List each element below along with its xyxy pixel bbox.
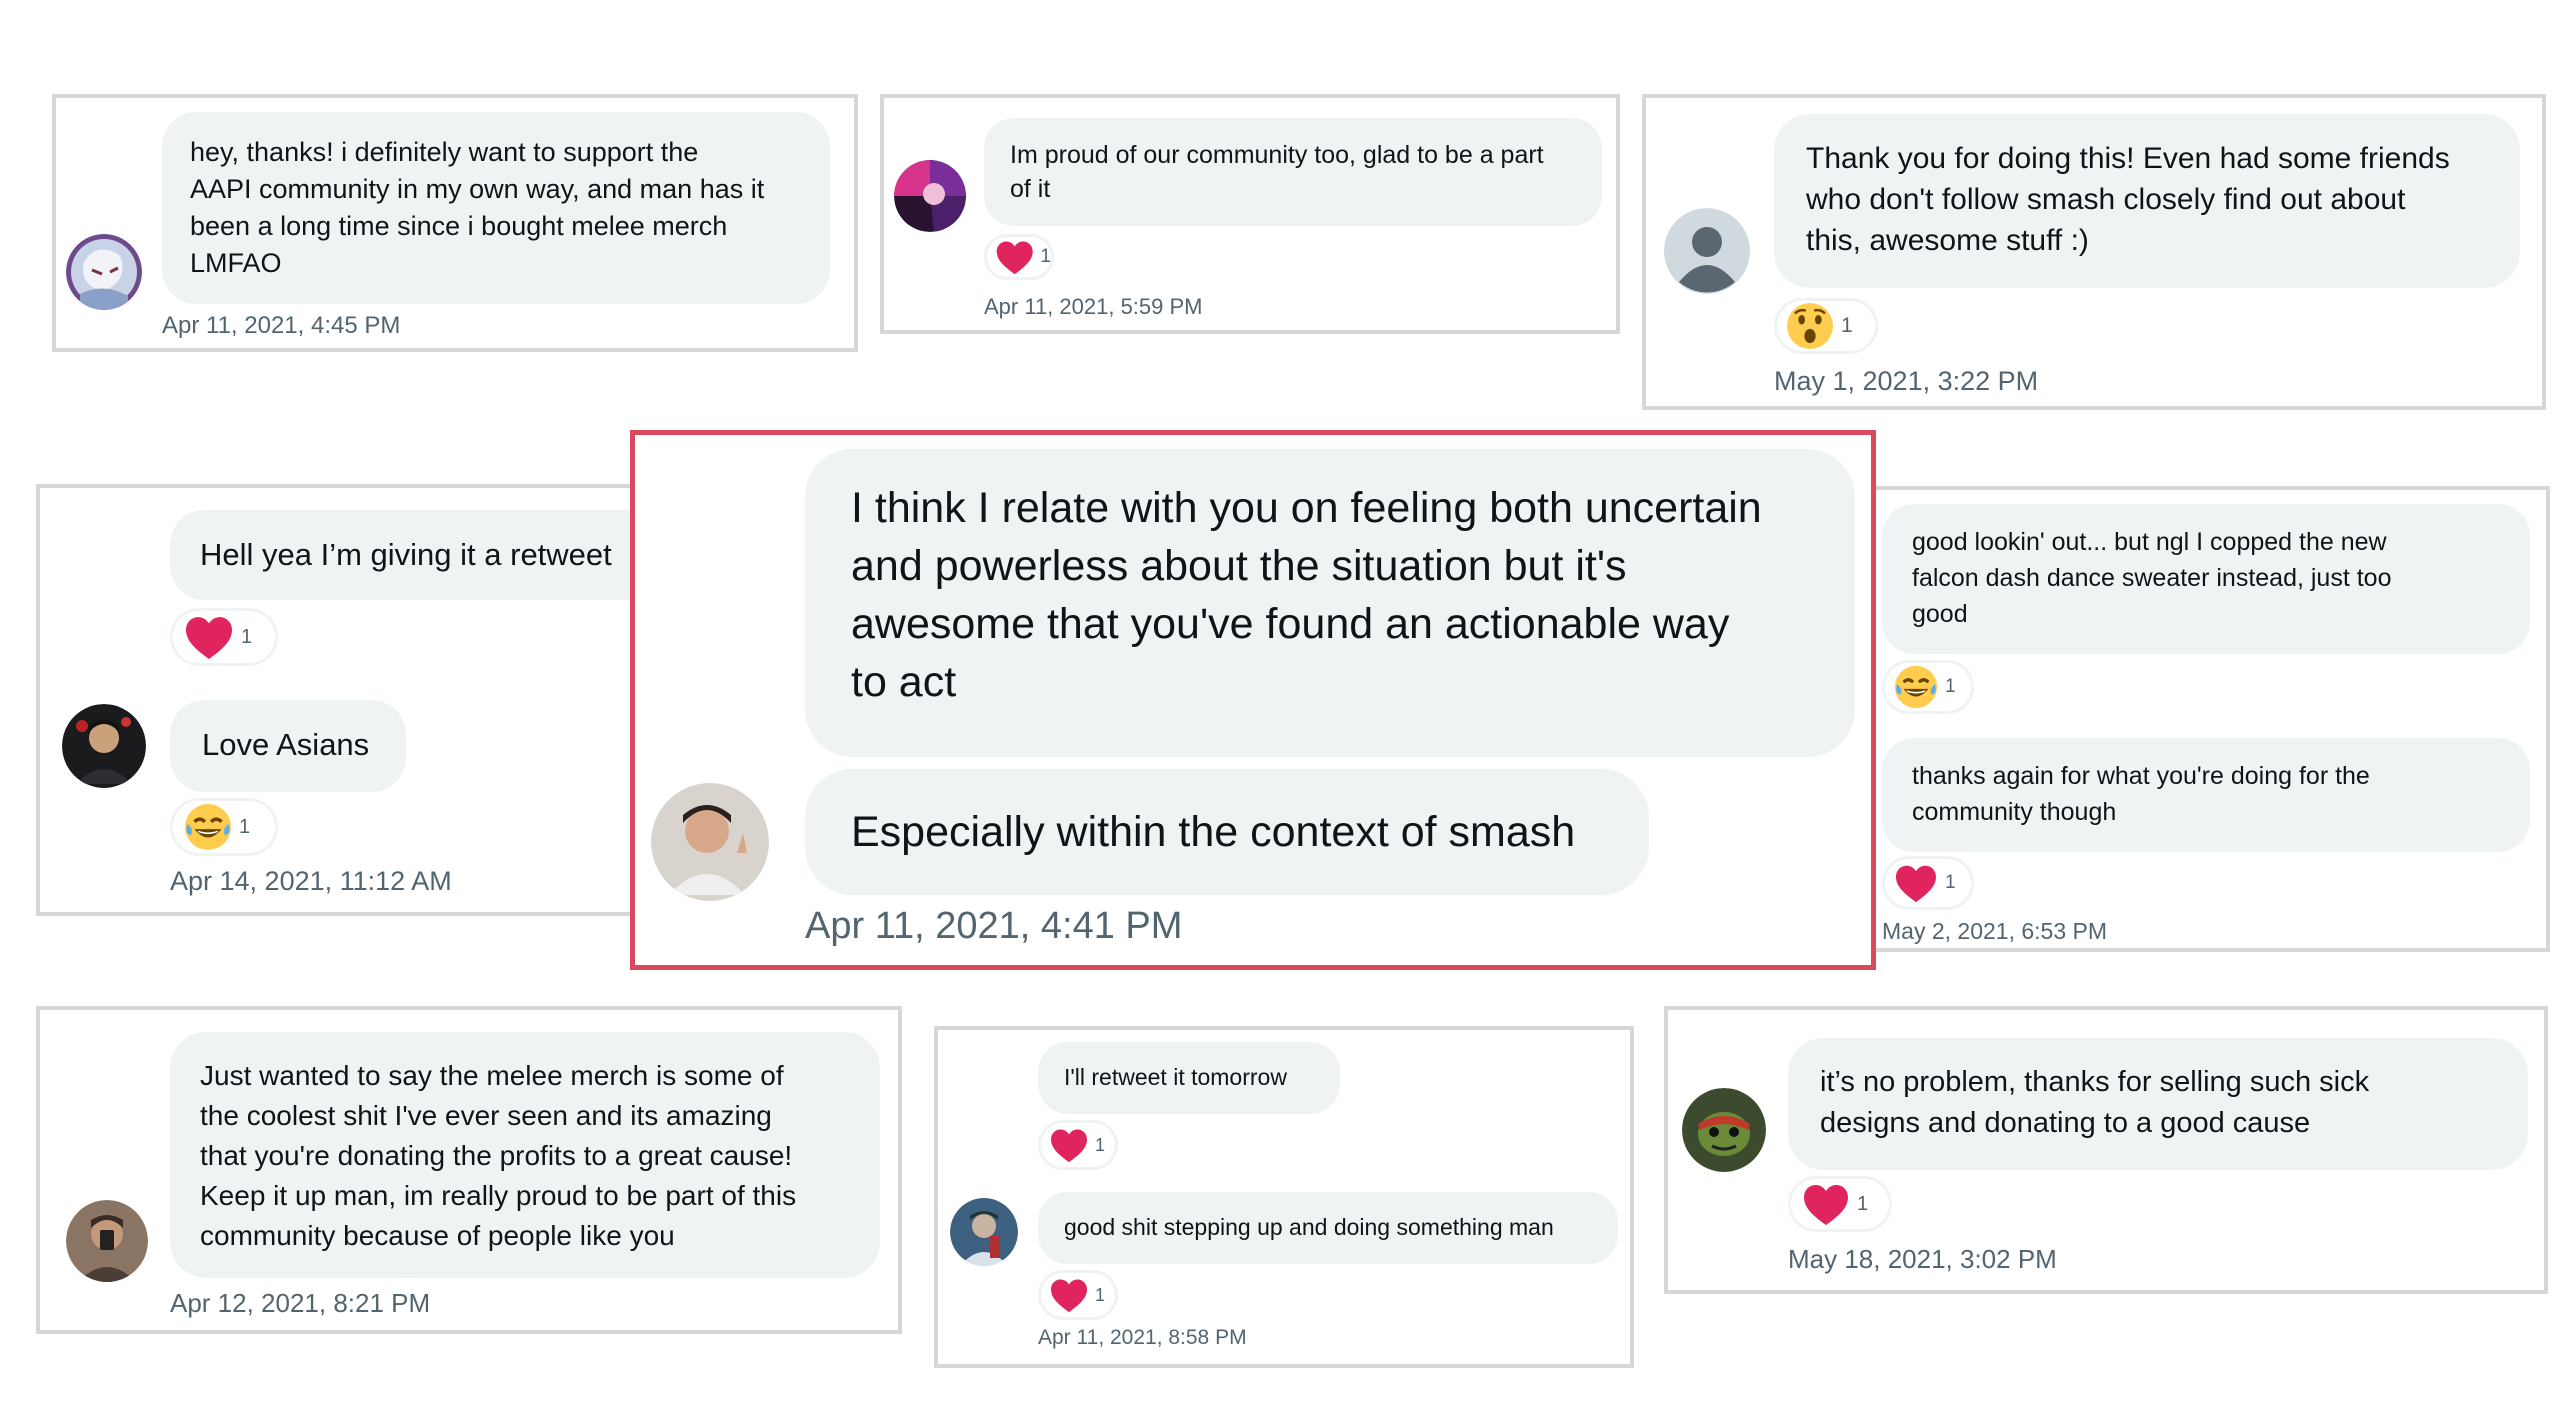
message-line: awesome that you've found an actionable … xyxy=(851,600,1730,648)
user-avatar[interactable] xyxy=(950,1198,1018,1266)
message-bubble[interactable]: Just wanted to say the melee merch is so… xyxy=(170,1032,880,1278)
message-timestamp: Apr 12, 2021, 8:21 PM xyxy=(170,1288,431,1318)
user-avatar[interactable] xyxy=(66,234,142,310)
message-timestamp: Apr 11, 2021, 5:59 PM xyxy=(984,294,1203,319)
message-line: designs and donating to a good cause xyxy=(1820,1107,2311,1139)
reaction-count: 1 xyxy=(239,815,251,838)
message-line: community though xyxy=(1912,798,2117,826)
message-bubble[interactable]: I'll retweet it tomorrow xyxy=(1038,1042,1340,1114)
message-line: this, awesome stuff :) xyxy=(1806,224,2089,257)
message-line: Just wanted to say the melee merch is so… xyxy=(200,1060,784,1091)
message-line: community because of people like you xyxy=(200,1220,675,1251)
message-line: the coolest shit I've ever seen and its … xyxy=(200,1100,772,1131)
reaction-pill[interactable]: 1 xyxy=(1788,1176,1892,1232)
dm-card-9: it’s no problem, thanks for selling such… xyxy=(1664,1006,2548,1294)
message-line: LMFAO xyxy=(190,248,282,278)
dm-card-4: Hell yea I’m giving it a retweet 1 Love … xyxy=(36,484,770,916)
heart-icon xyxy=(183,614,235,660)
message-timestamp: Apr 11, 2021, 4:45 PM xyxy=(162,312,401,339)
user-avatar[interactable] xyxy=(651,783,769,901)
message-bubble[interactable]: Thank you for doing this! Even had some … xyxy=(1774,114,2520,288)
message-timestamp: Apr 11, 2021, 8:58 PM xyxy=(1038,1326,1247,1349)
message-line: I think I relate with you on feeling bot… xyxy=(851,484,1762,532)
reaction-pill[interactable]: 1 xyxy=(1038,1120,1118,1170)
user-avatar[interactable] xyxy=(62,704,146,788)
dm-card-5-featured: I think I relate with you on feeling bot… xyxy=(630,430,1876,970)
user-avatar[interactable] xyxy=(1682,1088,1766,1172)
reaction-count: 1 xyxy=(1945,872,1956,893)
reaction-count: 1 xyxy=(1841,314,1853,337)
user-avatar[interactable] xyxy=(894,160,966,232)
dm-card-7: Just wanted to say the melee merch is so… xyxy=(36,1006,902,1334)
laughing-emoji-icon xyxy=(183,802,233,852)
message-line: thanks again for what you're doing for t… xyxy=(1912,762,2370,790)
reaction-count: 1 xyxy=(1095,1134,1106,1155)
dm-card-1: hey, thanks! i definitely want to suppor… xyxy=(52,94,858,352)
heart-icon xyxy=(1801,1182,1851,1226)
message-text: I'll retweet it tomorrow xyxy=(1064,1064,1287,1090)
reaction-pill[interactable]: 1 xyxy=(984,234,1054,280)
message-line: been a long time since i bought melee me… xyxy=(190,211,728,241)
dm-card-8: I'll retweet it tomorrow 1 good shit ste… xyxy=(934,1026,1634,1368)
reaction-count: 1 xyxy=(241,625,253,648)
dm-card-3: Thank you for doing this! Even had some … xyxy=(1642,94,2546,410)
message-bubble[interactable]: good shit stepping up and doing somethin… xyxy=(1038,1192,1618,1264)
reaction-pill[interactable]: 1 xyxy=(1774,298,1878,354)
message-text: Love Asians xyxy=(202,727,370,762)
reaction-pill[interactable]: 1 xyxy=(1882,660,1974,714)
dm-card-6: good lookin' out... but ngl I copped the… xyxy=(1864,486,2550,952)
message-bubble[interactable]: it’s no problem, thanks for selling such… xyxy=(1788,1038,2528,1170)
reaction-pill[interactable]: 1 xyxy=(170,798,278,856)
message-line: falcon dash dance sweater instead, just … xyxy=(1912,564,2392,592)
message-line: good xyxy=(1912,600,1968,628)
reaction-count: 1 xyxy=(1945,676,1956,697)
message-bubble[interactable]: Love Asians xyxy=(170,700,406,792)
message-line: Im proud of our community too, glad to b… xyxy=(1010,141,1544,169)
message-line: hey, thanks! i definitely want to suppor… xyxy=(190,137,699,167)
dm-card-2: Im proud of our community too, glad to b… xyxy=(880,94,1620,334)
reaction-count: 1 xyxy=(1095,1284,1106,1305)
surprised-emoji-icon xyxy=(1785,301,1835,351)
reaction-pill[interactable]: 1 xyxy=(1882,856,1974,910)
message-line: to act xyxy=(851,658,957,706)
heart-icon xyxy=(1893,863,1939,903)
message-timestamp: May 2, 2021, 6:53 PM xyxy=(1882,918,2108,944)
message-timestamp: Apr 11, 2021, 4:41 PM xyxy=(805,905,1183,947)
message-bubble[interactable]: Especially within the context of smash xyxy=(805,769,1649,895)
heart-icon xyxy=(1049,1127,1089,1163)
heart-icon xyxy=(995,239,1034,275)
message-line: that you're donating the profits to a gr… xyxy=(200,1140,793,1171)
reaction-pill[interactable]: 1 xyxy=(1038,1270,1118,1320)
message-line: Keep it up man, im really proud to be pa… xyxy=(200,1180,797,1211)
message-line: good lookin' out... but ngl I copped the… xyxy=(1912,528,2387,556)
default-avatar[interactable] xyxy=(1664,208,1750,294)
message-bubble[interactable]: Im proud of our community too, glad to b… xyxy=(984,118,1602,226)
laughing-emoji-icon xyxy=(1893,664,1939,710)
heart-icon xyxy=(1049,1277,1089,1313)
reaction-pill[interactable]: 1 xyxy=(170,608,278,666)
message-text: good shit stepping up and doing somethin… xyxy=(1064,1214,1554,1240)
user-avatar[interactable] xyxy=(66,1200,148,1282)
message-bubble[interactable]: I think I relate with you on feeling bot… xyxy=(805,449,1855,757)
reaction-count: 1 xyxy=(1857,1192,1869,1215)
message-line: of it xyxy=(1010,175,1051,203)
message-line: who don't follow smash closely find out … xyxy=(1806,183,2406,216)
message-line: it’s no problem, thanks for selling such… xyxy=(1820,1066,2370,1098)
message-timestamp: May 1, 2021, 3:22 PM xyxy=(1774,366,2039,396)
message-bubble[interactable]: thanks again for what you're doing for t… xyxy=(1882,738,2530,852)
message-text: Especially within the context of smash xyxy=(851,808,1576,856)
message-line: AAPI community in my own way, and man ha… xyxy=(190,174,765,204)
message-bubble[interactable]: hey, thanks! i definitely want to suppor… xyxy=(162,112,830,304)
message-line: and powerless about the situation but it… xyxy=(851,542,1627,590)
message-timestamp: May 18, 2021, 3:02 PM xyxy=(1788,1244,2057,1274)
reaction-count: 1 xyxy=(1040,246,1051,267)
message-timestamp: Apr 14, 2021, 11:12 AM xyxy=(170,866,452,896)
message-line: Thank you for doing this! Even had some … xyxy=(1806,142,2450,175)
message-bubble[interactable]: good lookin' out... but ngl I copped the… xyxy=(1882,504,2530,654)
